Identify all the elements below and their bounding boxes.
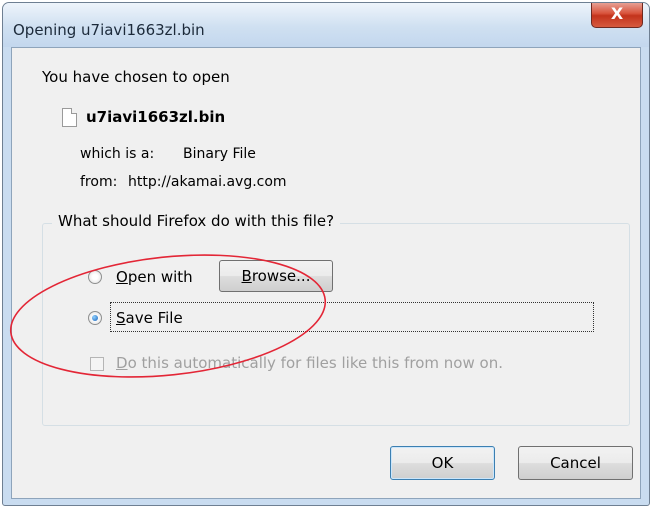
file-name: u7iavi1663zl.bin xyxy=(86,108,226,126)
close-button[interactable]: X xyxy=(591,3,643,28)
ok-button[interactable]: OK xyxy=(390,446,495,480)
browse-accesskey: B xyxy=(241,267,252,285)
auto-action-label: Do this automatically for files like thi… xyxy=(116,354,503,372)
window-title: Opening u7iavi1663zl.bin xyxy=(13,21,205,39)
browse-button[interactable]: Browse... xyxy=(219,260,333,292)
auto-action-checkbox[interactable] xyxy=(90,357,104,371)
save-file-accesskey: S xyxy=(116,309,126,327)
group-legend: What should Firefox do with this file? xyxy=(52,212,341,230)
close-icon: X xyxy=(610,4,624,23)
save-file-radio[interactable] xyxy=(88,311,102,325)
file-type-label: which is a: xyxy=(80,146,155,162)
browse-label-text: rowse... xyxy=(251,267,311,285)
file-icon xyxy=(62,108,77,127)
auto-action-label-text: o this automatically for files like this… xyxy=(127,354,503,372)
file-type-value: Binary File xyxy=(183,146,256,162)
file-source-url: http://akamai.avg.com xyxy=(128,174,287,190)
open-with-label[interactable]: Open with xyxy=(116,268,193,286)
cancel-button[interactable]: Cancel xyxy=(518,446,633,480)
title-bar[interactable]: Opening u7iavi1663zl.bin X xyxy=(3,3,649,47)
open-with-label-text: pen with xyxy=(127,268,193,286)
auto-action-accesskey: D xyxy=(116,354,128,372)
file-source-label: from: xyxy=(80,174,118,190)
save-file-label-text: ave File xyxy=(125,309,183,327)
open-with-radio[interactable] xyxy=(88,270,102,284)
save-file-label[interactable]: Save File xyxy=(116,309,183,327)
intro-text: You have chosen to open xyxy=(42,68,230,86)
open-with-accesskey: O xyxy=(116,268,128,286)
